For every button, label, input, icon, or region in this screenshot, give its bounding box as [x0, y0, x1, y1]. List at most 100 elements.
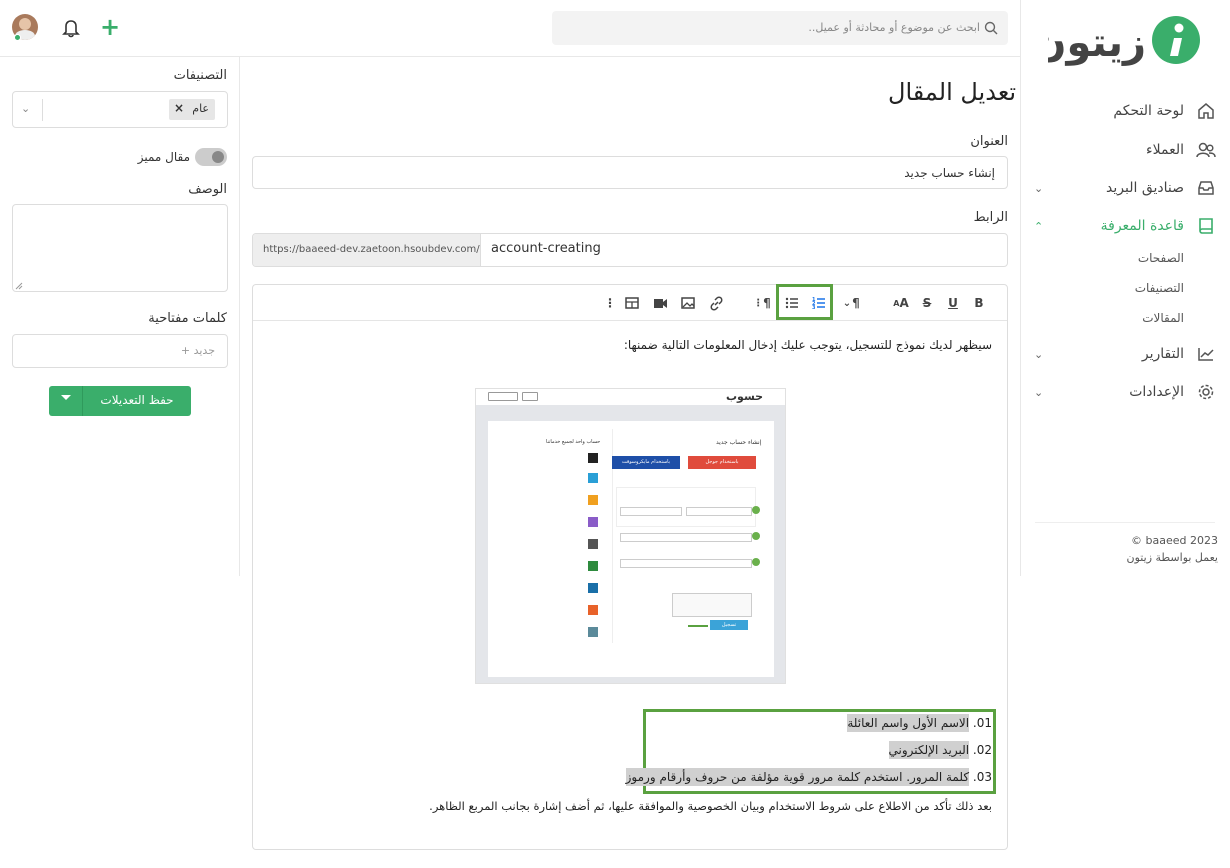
mock-service-icon — [588, 583, 598, 593]
bullet-list-icon[interactable] — [783, 294, 801, 312]
mock-step-dot — [752, 558, 760, 566]
subnav-categories[interactable]: التصنيفات — [1135, 281, 1184, 295]
mock-service-icon — [588, 627, 598, 637]
text-direction-button[interactable]: ⋮ ¶ — [752, 294, 772, 312]
brand-wordmark: زيتون — [1048, 20, 1146, 66]
mock-step-dot — [752, 506, 760, 514]
copyright: © baaeed 2023 — [1131, 534, 1218, 547]
online-status-dot — [14, 34, 21, 41]
brand-logo[interactable]: زيتون — [1032, 12, 1208, 70]
signup-form-screenshot: حسوب إنشاء حساب جديد باستخدام جوجل باستخ… — [475, 388, 786, 684]
keywords-placeholder: + جديد — [180, 344, 215, 357]
powered-by: يعمل بواسطة زيتون — [1126, 551, 1218, 564]
mock-google-button: باستخدام جوجل — [688, 456, 756, 469]
chevron-down-icon[interactable]: ⌄ — [838, 294, 856, 312]
intro-paragraph: سيظهر لديك نموذج للتسجيل، يتوجب عليك إدخ… — [623, 338, 992, 352]
underline-button[interactable]: U — [944, 294, 962, 312]
chevron-down-icon[interactable]: ⌄ — [1034, 348, 1043, 361]
book-icon — [1196, 216, 1216, 236]
mock-recaptcha — [672, 593, 752, 617]
keywords-input[interactable]: + جديد — [12, 334, 228, 368]
description-textarea[interactable] — [12, 204, 228, 292]
chevron-down-icon[interactable]: ⌄ — [21, 102, 30, 115]
toolbar-divider — [253, 320, 1007, 321]
mock-field — [620, 507, 682, 516]
link-slug-input[interactable]: account-creating — [491, 241, 601, 256]
mock-side-title: حساب واحد لجميع خدماتنا — [546, 439, 601, 445]
nav-item-reports[interactable]: التقارير ⌄ — [1030, 340, 1220, 368]
nav-item-settings[interactable]: الإعدادات ⌄ — [1030, 378, 1220, 406]
image-icon[interactable] — [679, 294, 697, 312]
nav-item-mailboxes[interactable]: صناديق البريد ⌄ — [1030, 174, 1220, 202]
tag-remove-icon[interactable]: × — [174, 101, 184, 115]
divider — [1035, 522, 1215, 523]
nav-label: الإعدادات — [1129, 384, 1184, 400]
title-input[interactable]: إنشاء حساب جديد — [252, 156, 1008, 189]
mock-button — [488, 392, 518, 401]
mock-arrow — [688, 625, 708, 627]
bold-button[interactable]: B — [970, 294, 988, 312]
outro-paragraph: بعد ذلك تأكد من الاطلاع على شروط الاستخد… — [429, 799, 992, 813]
link-icon[interactable] — [707, 294, 725, 312]
mock-field — [620, 533, 752, 542]
mock-service-icon — [588, 495, 598, 505]
save-button[interactable]: حفظ التعديلات — [85, 393, 189, 407]
table-icon[interactable] — [623, 294, 641, 312]
subnav-articles[interactable]: المقالات — [1142, 311, 1184, 325]
gear-icon — [1196, 382, 1216, 402]
list-item: 03. كلمة المرور. استخدم كلمة مرور قوية م… — [625, 768, 992, 786]
save-button-group: حفظ التعديلات — [49, 386, 191, 416]
search-icon — [984, 11, 998, 59]
mock-step-dot — [752, 532, 760, 540]
list-item: 02. البريد الإلكتروني — [888, 741, 992, 759]
nav-label: لوحة التحكم — [1113, 103, 1184, 119]
nav-label: العملاء — [1146, 142, 1184, 158]
mock-service-icon — [588, 561, 598, 571]
mock-button — [522, 392, 538, 401]
search-input[interactable]: ابحث عن موضوع أو محادثة أو عميل.. — [552, 11, 1008, 45]
svg-text:3: 3 — [812, 305, 816, 310]
description-label: الوصف — [188, 182, 227, 197]
mock-field — [620, 559, 752, 568]
mock-form-title: إنشاء حساب جديد — [716, 439, 762, 446]
bell-icon[interactable] — [62, 18, 80, 42]
mock-field — [686, 507, 752, 516]
link-label: الرابط — [973, 210, 1008, 225]
nav-item-customers[interactable]: العملاء — [1030, 136, 1220, 164]
page-title: تعديل المقال — [888, 78, 1017, 106]
subnav-pages[interactable]: الصفحات — [1138, 251, 1184, 265]
inbox-icon — [1196, 178, 1216, 198]
mock-service-icon — [588, 539, 598, 549]
font-size-button[interactable]: AA — [890, 294, 912, 312]
featured-toggle[interactable] — [195, 148, 227, 166]
add-icon[interactable]: + — [100, 14, 120, 40]
category-tag: عام × — [169, 99, 215, 120]
mock-service-icon — [588, 517, 598, 527]
mock-service-icon — [588, 453, 598, 463]
nav-label: صناديق البريد — [1106, 180, 1184, 196]
caret-down-icon — [61, 395, 71, 400]
strikethrough-button[interactable]: S — [918, 294, 936, 312]
categories-select[interactable]: ⌄ عام × — [12, 91, 228, 128]
ordered-list-icon[interactable]: 123 — [810, 294, 828, 312]
title-value: إنشاء حساب جديد — [904, 166, 995, 180]
chevron-down-icon[interactable]: ⌄ — [1034, 182, 1043, 195]
mock-logo: حسوب — [726, 390, 764, 403]
chevron-down-icon[interactable]: ⌄ — [1034, 386, 1043, 399]
nav-item-dashboard[interactable]: لوحة التحكم — [1030, 97, 1220, 125]
categories-label: التصنيفات — [173, 68, 227, 83]
link-prefix: https://baaeed-dev.zaetoon.hsoubdev.com/ — [253, 234, 481, 266]
chevron-up-icon[interactable]: ⌃ — [1034, 220, 1043, 233]
video-icon[interactable] — [651, 294, 669, 312]
nav-item-knowledge-base[interactable]: قاعدة المعرفة ⌃ — [1030, 212, 1220, 240]
sidebar — [1020, 0, 1230, 576]
users-icon — [1196, 140, 1216, 160]
home-icon — [1196, 101, 1216, 121]
more-options-icon[interactable]: ⋮ — [601, 294, 619, 312]
nav-label: التقارير — [1141, 346, 1184, 362]
featured-label: مقال مميز — [137, 150, 190, 164]
save-options-dropdown[interactable] — [49, 386, 83, 416]
link-prefix-text: https://baaeed-dev.zaetoon.hsoubdev.com/ — [263, 244, 480, 255]
list-item: 01. الاسم الأول واسم العائلة — [847, 714, 992, 732]
link-input-group: https://baaeed-dev.zaetoon.hsoubdev.com/… — [252, 233, 1008, 267]
